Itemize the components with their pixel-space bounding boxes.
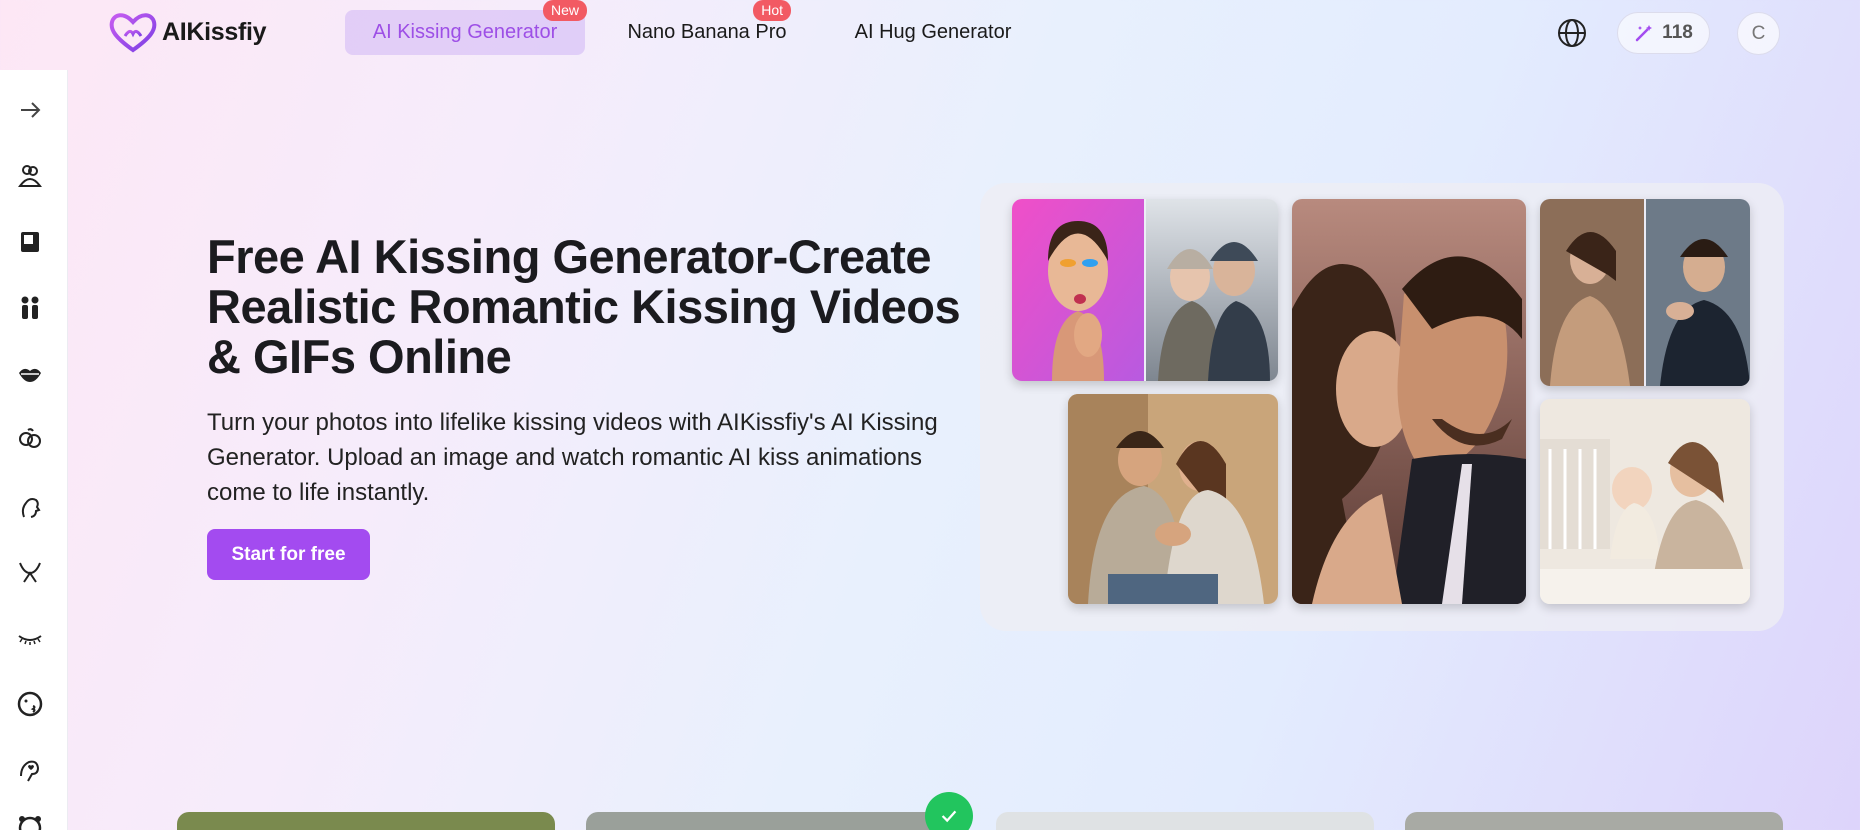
top-header: AIKissfiy AI Kissing Generator New Nano … — [0, 0, 1860, 68]
magic-wand-icon — [1635, 25, 1653, 42]
hero-title: Free AI Kissing Generator-Create Realist… — [207, 230, 961, 383]
heart-logo-icon — [109, 13, 157, 53]
credits-button[interactable]: 118 — [1617, 12, 1710, 54]
hand-heart-icon[interactable] — [14, 754, 46, 786]
face-profile-icon[interactable] — [14, 490, 46, 522]
wings-icon[interactable] — [14, 556, 46, 588]
hero-description: Turn your photos into lifelike kissing v… — [207, 409, 938, 506]
brand-logo[interactable]: AIKissfiy — [108, 10, 267, 54]
nav-ai-hug-generator[interactable]: AI Hug Generator — [842, 10, 1024, 55]
mother-baby-tile — [1540, 399, 1750, 604]
check-icon — [925, 792, 973, 830]
couple-kiss-tile — [1292, 199, 1526, 604]
nav-label: AI Hug Generator — [854, 21, 1012, 43]
lips-icon[interactable] — [14, 358, 46, 390]
emoji-kiss-icon[interactable] — [14, 688, 46, 720]
hand-kiss-image — [1540, 199, 1750, 386]
blowing-kiss-image — [1012, 199, 1278, 381]
cozy-couple-tile — [1068, 394, 1278, 604]
nav-label: AI Kissing Generator — [372, 21, 558, 43]
baby-kiss-icon[interactable] — [14, 424, 46, 456]
nav-nano-banana-pro[interactable]: Nano Banana Pro Hot — [613, 0, 801, 55]
arrow-right-icon[interactable] — [14, 94, 46, 126]
sidebar — [0, 70, 68, 830]
mother-baby-image — [1540, 399, 1750, 604]
globe-icon[interactable] — [1556, 17, 1588, 49]
cozy-couple-image — [1068, 394, 1278, 604]
blowing-kiss-tile — [1012, 199, 1278, 381]
preview-card-1[interactable] — [177, 812, 555, 830]
preview-card-3[interactable] — [996, 812, 1374, 830]
brand-name: AIKissfiy — [162, 17, 267, 46]
couple-kiss-image — [1292, 199, 1526, 604]
bear-icon[interactable] — [14, 810, 46, 830]
credits-count: 118 — [1662, 22, 1693, 43]
nav-label: Nano Banana Pro — [627, 21, 787, 43]
user-avatar[interactable]: C — [1737, 12, 1780, 55]
preview-card-4[interactable] — [1405, 812, 1783, 830]
nav-ai-kissing-generator[interactable]: AI Kissing Generator New — [345, 0, 587, 55]
couple-icon[interactable] — [14, 292, 46, 324]
hand-kiss-tile — [1540, 199, 1750, 386]
new-badge: New — [542, 0, 587, 21]
hot-badge: Hot — [753, 0, 791, 21]
start-for-free-button[interactable]: Start for free — [207, 529, 370, 580]
preview-card-2[interactable] — [586, 812, 964, 830]
eyelash-icon[interactable] — [14, 622, 46, 654]
hero-collage — [980, 183, 1784, 631]
photo-frame-icon[interactable] — [14, 226, 46, 258]
hug-icon[interactable] — [14, 160, 46, 192]
